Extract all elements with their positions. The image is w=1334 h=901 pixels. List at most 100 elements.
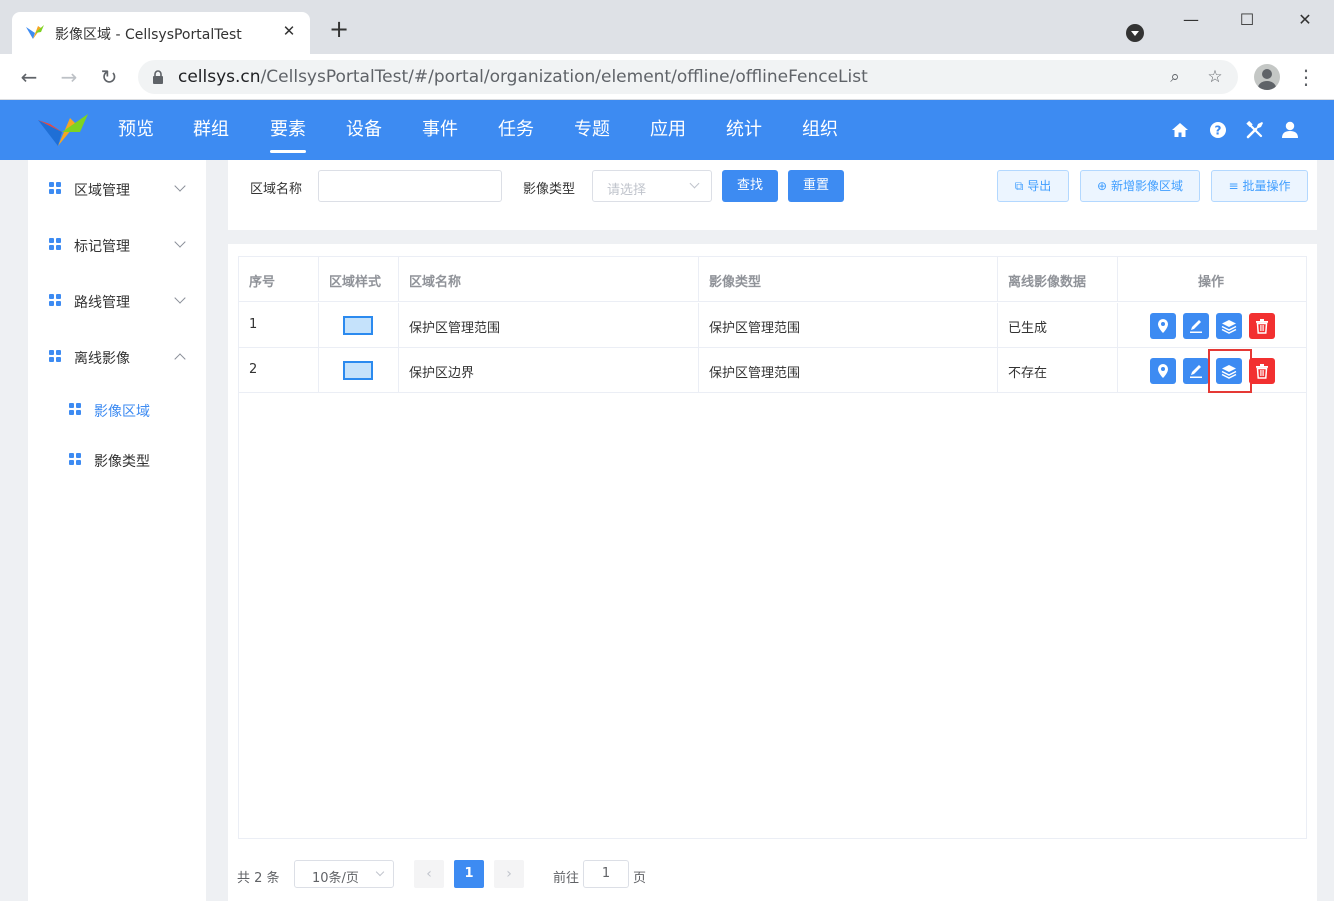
home-icon[interactable] xyxy=(1170,120,1190,140)
page-size-select[interactable]: 10条/页 xyxy=(294,860,394,888)
current-page-button[interactable]: 1 xyxy=(454,860,484,888)
profile-avatar-icon[interactable] xyxy=(1254,64,1280,90)
generate-layers-button[interactable] xyxy=(1216,313,1242,339)
browser-toolbar: ← → ↻ cellsys.cn/CellsysPortalTest/#/por… xyxy=(0,54,1334,100)
plus-circle-icon: ⊕ xyxy=(1097,179,1108,193)
edit-button[interactable] xyxy=(1183,358,1209,384)
copy-icon: ⧉ xyxy=(1014,179,1024,193)
sidebar-label: 标记管理 xyxy=(74,239,130,255)
app-logo xyxy=(38,114,88,146)
row-type: 保护区管理范围 xyxy=(709,366,801,381)
maximize-icon[interactable]: ☐ xyxy=(1232,8,1262,32)
sidebar-item-marker-management[interactable]: 标记管理 xyxy=(28,224,206,264)
header-name: 区域名称 xyxy=(409,275,462,290)
nav-tasks[interactable]: 任务 xyxy=(498,100,534,160)
tab-close-icon[interactable]: ✕ xyxy=(278,20,300,42)
minimize-icon[interactable]: — xyxy=(1176,8,1206,32)
window-close-icon[interactable]: ✕ xyxy=(1290,8,1320,32)
header-type: 影像类型 xyxy=(709,275,762,290)
chevron-down-icon xyxy=(689,178,700,189)
table-cell: 保护区边界 xyxy=(399,348,699,393)
imagery-type-select[interactable]: 请选择 xyxy=(592,170,712,202)
locate-button[interactable] xyxy=(1150,358,1176,384)
sidebar-item-route-management[interactable]: 路线管理 xyxy=(28,280,206,320)
table-cell: 1 xyxy=(239,303,319,348)
area-name-input[interactable] xyxy=(318,170,502,202)
export-button[interactable]: ⧉ 导出 xyxy=(997,170,1069,202)
grid-icon xyxy=(49,350,62,363)
nav-devices[interactable]: 设备 xyxy=(346,100,382,160)
row-offline-data: 不存在 xyxy=(1008,366,1048,381)
zoom-icon[interactable]: ⌕ xyxy=(1164,66,1186,88)
sidebar-label-active: 影像区域 xyxy=(94,404,150,420)
layers-icon xyxy=(1221,320,1237,334)
browser-tab[interactable]: 影像区域 - CellsysPortalTest ✕ xyxy=(12,12,310,54)
app-header: 预览 群组 要素 设备 事件 任务 专题 应用 统计 组织 ? xyxy=(0,100,1334,160)
nav-topics[interactable]: 专题 xyxy=(574,100,610,160)
new-tab-button[interactable]: + xyxy=(326,17,352,43)
nav-preview[interactable]: 预览 xyxy=(118,100,154,160)
table-row: 2 保护区边界 保护区管理范围 不存在 xyxy=(239,348,1306,393)
sidebar-item-area-management[interactable]: 区域管理 xyxy=(28,168,206,208)
prev-page-button[interactable]: ‹ xyxy=(414,860,444,888)
svg-text:?: ? xyxy=(1215,124,1222,138)
sidebar-item-offline-imagery[interactable]: 离线影像 xyxy=(28,336,206,376)
reset-button[interactable]: 重置 xyxy=(788,170,844,202)
sidebar-label: 区域管理 xyxy=(74,183,130,199)
tools-icon[interactable] xyxy=(1245,120,1265,140)
tab-search-icon[interactable] xyxy=(1126,24,1144,42)
table-cell: 保护区管理范围 xyxy=(699,348,998,393)
browser-menu-icon[interactable]: ⋮ xyxy=(1296,64,1316,90)
lock-icon xyxy=(153,70,163,84)
table-header-row: 序号 区域样式 区域名称 影像类型 离线影像数据 操作 xyxy=(239,257,1306,302)
back-icon[interactable]: ← xyxy=(16,64,42,90)
url-host: cellsys.cn xyxy=(178,67,261,87)
generate-layers-button[interactable] xyxy=(1216,358,1242,384)
url-text: cellsys.cn/CellsysPortalTest/#/portal/or… xyxy=(178,67,868,87)
add-imagery-area-button[interactable]: ⊕ 新增影像区域 xyxy=(1080,170,1200,202)
table-cell xyxy=(319,303,399,348)
nav-organization[interactable]: 组织 xyxy=(802,100,838,160)
find-button[interactable]: 查找 xyxy=(722,170,778,202)
next-page-button[interactable]: › xyxy=(494,860,524,888)
locate-button[interactable] xyxy=(1150,313,1176,339)
table-cell: 已生成 xyxy=(998,303,1118,348)
sidebar-subitem-imagery-area[interactable]: 影像区域 xyxy=(28,390,206,430)
batch-operation-button[interactable]: ≡ 批量操作 xyxy=(1211,170,1308,202)
delete-button[interactable] xyxy=(1249,358,1275,384)
data-table: 序号 区域样式 区域名称 影像类型 离线影像数据 操作 1 保护区管理范围 保护… xyxy=(238,256,1307,839)
search-panel: 区域名称 影像类型 请选择 查找 重置 ⧉ 导出 ⊕ 新增影像区域 ≡ 批量操作 xyxy=(228,160,1317,230)
nav-apps[interactable]: 应用 xyxy=(650,100,686,160)
nav-stats[interactable]: 统计 xyxy=(726,100,762,160)
table-cell: 2 xyxy=(239,348,319,393)
header-offline-data: 离线影像数据 xyxy=(1008,275,1087,290)
map-pin-icon xyxy=(1158,319,1168,333)
table-cell xyxy=(319,348,399,393)
edit-button[interactable] xyxy=(1183,313,1209,339)
header-index: 序号 xyxy=(249,275,276,290)
row-type: 保护区管理范围 xyxy=(709,321,801,336)
layers-icon xyxy=(1221,365,1237,379)
help-icon[interactable]: ? xyxy=(1208,120,1228,140)
header-cell: 离线影像数据 xyxy=(998,257,1118,302)
reload-icon[interactable]: ↻ xyxy=(96,64,122,90)
row-offline-data: 已生成 xyxy=(1008,321,1048,336)
table-cell: 不存在 xyxy=(998,348,1118,393)
imagery-type-label: 影像类型 xyxy=(523,182,576,197)
url-path: /CellsysPortalTest/#/portal/organization… xyxy=(260,67,868,87)
nav-groups[interactable]: 群组 xyxy=(193,100,229,160)
address-bar[interactable]: cellsys.cn/CellsysPortalTest/#/portal/or… xyxy=(138,60,1238,94)
forward-icon[interactable]: → xyxy=(56,64,82,90)
nav-events[interactable]: 事件 xyxy=(422,100,458,160)
bookmark-star-icon[interactable]: ☆ xyxy=(1204,66,1226,88)
delete-button[interactable] xyxy=(1249,313,1275,339)
chevron-down-icon xyxy=(174,292,186,304)
grid-icon xyxy=(49,294,62,307)
row-name: 保护区边界 xyxy=(409,366,475,381)
area-style-swatch xyxy=(343,361,373,380)
grid-icon xyxy=(49,182,62,195)
goto-page-input[interactable]: 1 xyxy=(583,860,629,888)
sidebar-subitem-imagery-type[interactable]: 影像类型 xyxy=(28,440,206,480)
user-icon[interactable] xyxy=(1280,120,1300,140)
nav-elements[interactable]: 要素 xyxy=(270,100,306,160)
